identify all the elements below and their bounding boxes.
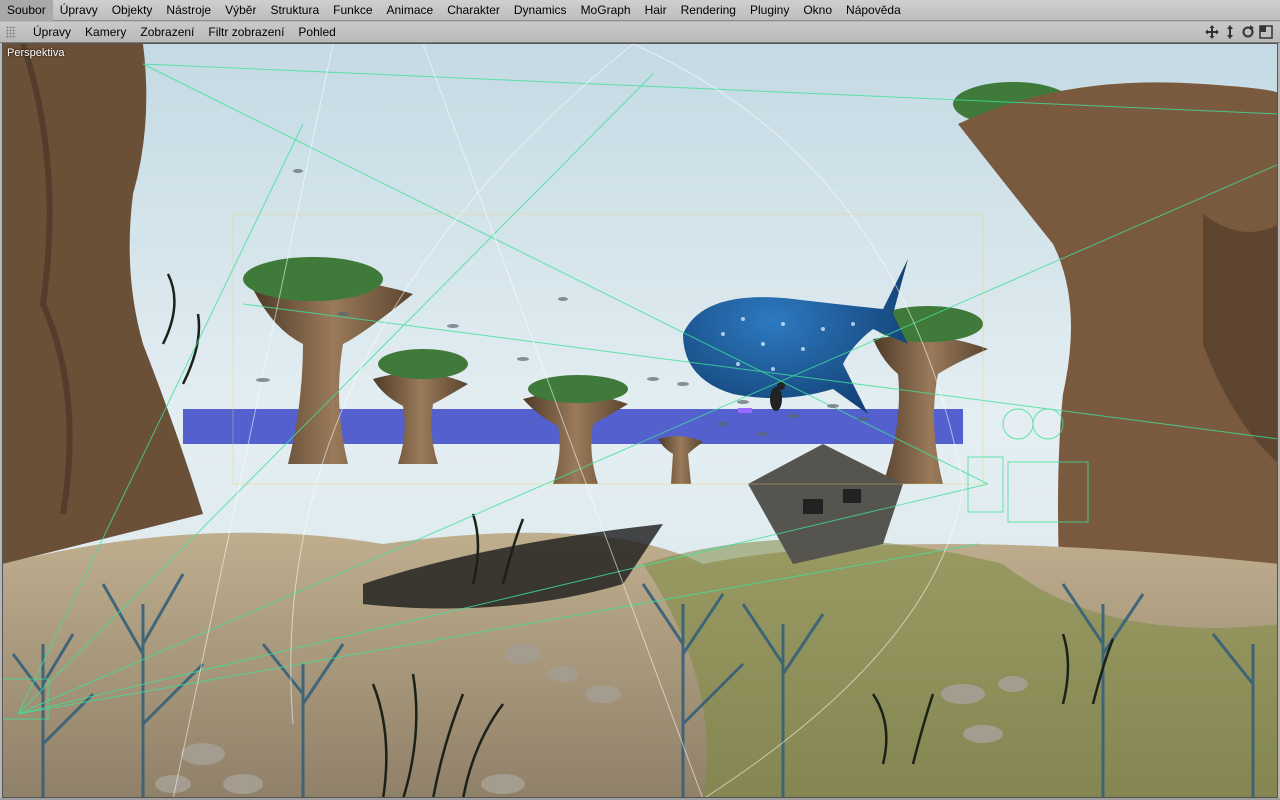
- menu-upravy[interactable]: Úpravy: [53, 0, 105, 21]
- viewport-menu-filtr-zobrazeni[interactable]: Filtr zobrazení: [201, 22, 291, 43]
- underwater-scene: [3, 44, 1277, 797]
- viewport-label: Perspektiva: [7, 47, 65, 59]
- menu-dynamics[interactable]: Dynamics: [507, 0, 574, 21]
- rotate-view-icon[interactable]: [1240, 24, 1256, 40]
- menu-rendering[interactable]: Rendering: [674, 0, 743, 21]
- menu-nastroje[interactable]: Nástroje: [159, 0, 218, 21]
- menu-animace[interactable]: Animace: [380, 0, 441, 21]
- viewport-toolbar: Úpravy Kamery Zobrazení Filtr zobrazení …: [0, 22, 1280, 43]
- perspective-viewport[interactable]: Perspektiva: [2, 43, 1278, 798]
- menu-napoveda[interactable]: Nápověda: [839, 0, 908, 21]
- viewport-nav-icons: [1204, 24, 1280, 40]
- menu-hair[interactable]: Hair: [638, 0, 674, 21]
- menu-soubor[interactable]: Soubor: [0, 0, 53, 21]
- viewport-menu-zobrazeni[interactable]: Zobrazení: [133, 22, 201, 43]
- viewport-menu-pohled[interactable]: Pohled: [291, 22, 342, 43]
- main-menu-bar: Soubor Úpravy Objekty Nástroje Výběr Str…: [0, 0, 1280, 21]
- menu-pluginy[interactable]: Pluginy: [743, 0, 796, 21]
- menu-struktura[interactable]: Struktura: [263, 0, 326, 21]
- menu-objekty[interactable]: Objekty: [105, 0, 160, 21]
- menu-vyber[interactable]: Výběr: [218, 0, 263, 21]
- menu-mograph[interactable]: MoGraph: [574, 0, 638, 21]
- viewport-menu-kamery[interactable]: Kamery: [78, 22, 133, 43]
- viewport-menu-upravy[interactable]: Úpravy: [26, 22, 78, 43]
- move-view-icon[interactable]: [1204, 24, 1220, 40]
- toolbar-grip-icon[interactable]: [6, 25, 16, 39]
- menu-charakter[interactable]: Charakter: [440, 0, 507, 21]
- menu-okno[interactable]: Okno: [796, 0, 839, 21]
- toggle-view-icon[interactable]: [1258, 24, 1274, 40]
- dolly-view-icon[interactable]: [1222, 24, 1238, 40]
- menu-funkce[interactable]: Funkce: [326, 0, 379, 21]
